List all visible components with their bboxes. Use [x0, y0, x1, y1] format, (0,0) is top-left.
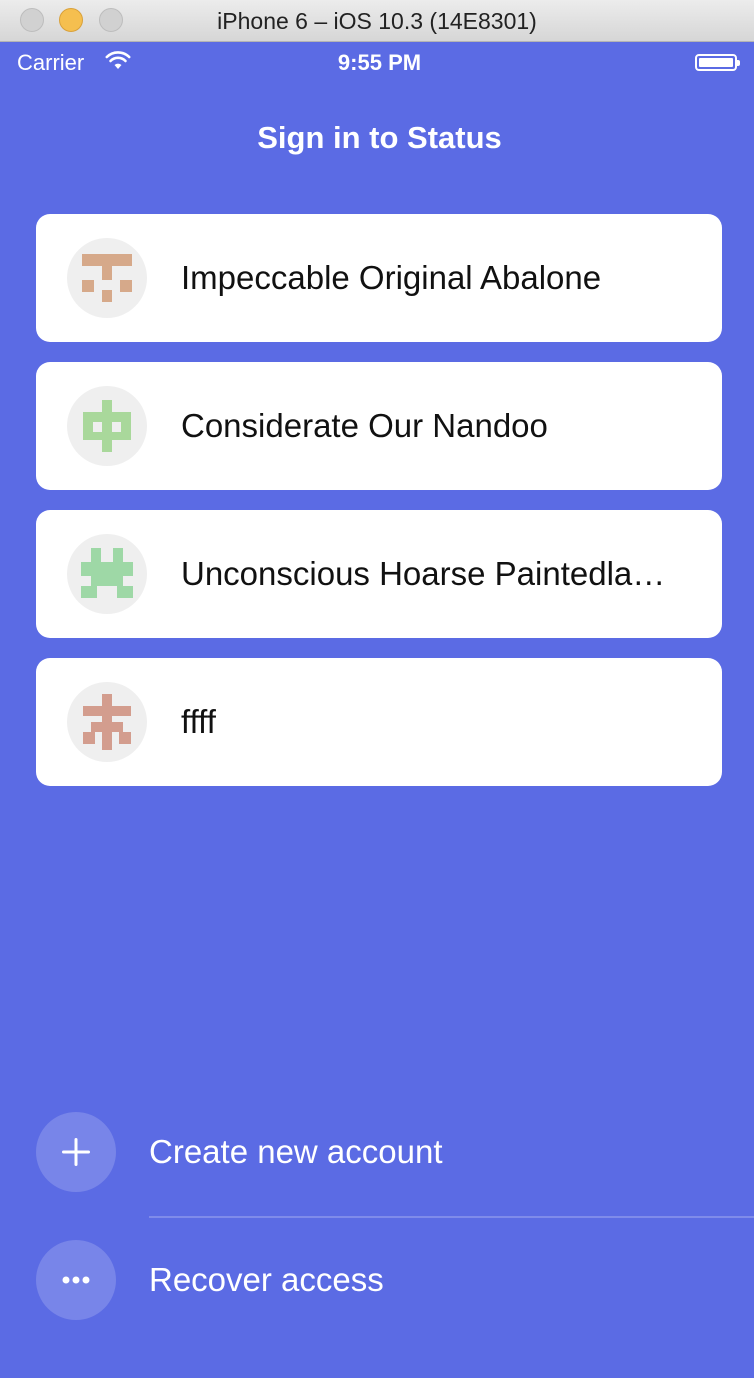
window-title: iPhone 6 – iOS 10.3 (14E8301): [217, 8, 537, 34]
account-card[interactable]: Impeccable Original Abalone: [36, 214, 722, 342]
account-name: ffff: [181, 703, 216, 740]
recover-access-button[interactable]: Recover access: [36, 1240, 754, 1320]
create-account-button[interactable]: Create new account: [36, 1112, 754, 1192]
identicon-icon: [82, 254, 132, 302]
divider: [149, 1216, 754, 1218]
account-name: Impeccable Original Abalone: [181, 259, 602, 296]
page-title: Sign in to Status: [257, 120, 502, 155]
account-card[interactable]: Considerate Our Nandoo: [36, 362, 722, 490]
simulator-title-bar: iPhone 6 – iOS 10.3 (14E8301): [0, 0, 754, 42]
identicon-avatar: [67, 682, 147, 762]
account-name: Considerate Our Nandoo: [181, 407, 548, 444]
identicon-icon: [83, 694, 131, 750]
account-name: Unconscious Hoarse Paintedla…: [181, 555, 666, 592]
account-card[interactable]: Unconscious Hoarse Paintedla…: [36, 510, 722, 638]
identicon-avatar: [67, 386, 147, 466]
status-time: 9:55 PM: [337, 50, 422, 75]
ellipsis-icon: [36, 1240, 116, 1320]
battery-icon: [695, 54, 740, 71]
account-list: Impeccable Original Abalone Considerate …: [36, 214, 722, 806]
device-screen: Carrier 9:55 PM Sign in to Status Impecc: [5, 42, 754, 1378]
recover-access-label: Recover access: [149, 1261, 384, 1298]
identicon-avatar: [67, 534, 147, 614]
identicon-icon: [81, 548, 133, 598]
plus-icon: [36, 1112, 116, 1192]
account-card[interactable]: ffff: [36, 658, 722, 786]
create-account-label: Create new account: [149, 1133, 443, 1170]
identicon-icon: [83, 400, 131, 452]
status-bar: Carrier 9:55 PM: [5, 42, 754, 82]
identicon-avatar: [67, 238, 147, 318]
